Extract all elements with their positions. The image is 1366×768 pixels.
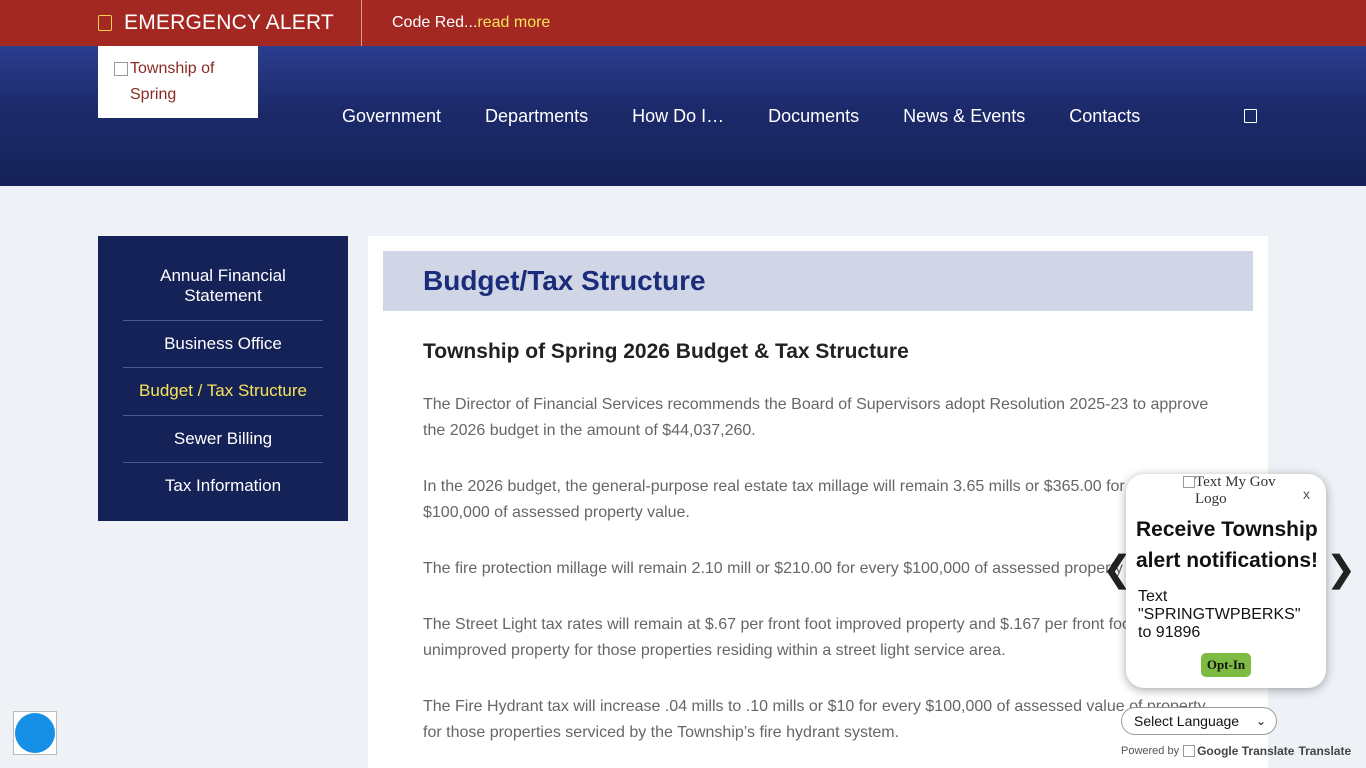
translate-link[interactable]: Translate: [1298, 744, 1351, 758]
paragraph-fire-hydrant: The Fire Hydrant tax will increase .04 m…: [423, 698, 1206, 741]
site-header: Township of Spring Government Department…: [0, 46, 1366, 186]
broken-image-icon: [1183, 745, 1196, 757]
township-logo[interactable]: Township of Spring: [98, 46, 258, 118]
textmygov-instructions: Text "SPRINGTWPBERKS" to 91896: [1138, 588, 1301, 641]
sidebar-item-sewer-billing[interactable]: Sewer Billing: [123, 416, 323, 463]
nav-departments[interactable]: Departments: [463, 106, 610, 127]
sidebar-item-tax-information[interactable]: Tax Information: [123, 463, 323, 510]
textmygov-heading: Receive Township alert notifications!: [1136, 518, 1319, 572]
section-title: Township of Spring 2026 Budget & Tax Str…: [423, 340, 909, 363]
broken-image-icon: [114, 62, 128, 76]
alert-message: Code Red... read more: [392, 0, 550, 46]
search-icon[interactable]: [1244, 109, 1257, 123]
broken-image-icon: [1183, 476, 1195, 488]
page-title-band: Budget/Tax Structure: [383, 251, 1253, 311]
alert-divider: [361, 0, 362, 46]
page-title: Budget/Tax Structure: [423, 265, 706, 296]
nav-how-do-i[interactable]: How Do I…: [610, 106, 746, 127]
accessibility-widget-button[interactable]: [13, 711, 57, 755]
sidebar-item-budget-tax-structure[interactable]: Budget / Tax Structure: [123, 368, 323, 416]
language-select-value: Select Language: [1134, 713, 1240, 729]
emergency-alert-bar: EMERGENCY ALERT Code Red... read more: [0, 0, 1366, 46]
logo-alt-text: Township of Spring: [130, 60, 215, 103]
read-more-link[interactable]: read more: [477, 14, 550, 32]
sidebar-item-business-office[interactable]: Business Office: [123, 321, 323, 368]
nav-news-events[interactable]: News & Events: [881, 106, 1047, 127]
main-nav: Government Departments How Do I… Documen…: [320, 46, 1162, 186]
textmygov-popup: Text My Gov Logo x Receive Township aler…: [1126, 474, 1326, 688]
nav-contacts[interactable]: Contacts: [1047, 106, 1162, 127]
close-button[interactable]: x: [1303, 486, 1310, 502]
powered-by-text: Powered by: [1121, 745, 1180, 757]
logo-alt-wrap: Township of Spring: [114, 56, 242, 108]
alert-message-text: Code Red...: [392, 14, 478, 31]
alert-title: EMERGENCY ALERT: [124, 11, 334, 34]
google-translate-logo[interactable]: Google Translate: [1183, 744, 1294, 758]
language-select[interactable]: Select Language ⌄: [1121, 707, 1277, 735]
nav-documents[interactable]: Documents: [746, 106, 881, 127]
textmygov-logo-alt: Text My Gov Logo: [1195, 474, 1276, 507]
sidebar-nav: Annual Financial Statement Business Offi…: [98, 236, 348, 521]
tmg-next-arrow-icon[interactable]: ❯: [1326, 548, 1356, 590]
nav-government[interactable]: Government: [320, 106, 463, 127]
powered-by-google: Powered by Google Translate Translate: [1121, 744, 1351, 758]
textmygov-logo: Text My Gov Logo: [1183, 474, 1285, 508]
accessibility-icon: [15, 713, 55, 753]
chevron-down-icon: ⌄: [1255, 714, 1266, 728]
sidebar-item-annual-financial-statement[interactable]: Annual Financial Statement: [123, 256, 323, 321]
paragraph-real-estate-tax: In the 2026 budget, the general-purpose …: [423, 478, 1169, 521]
alert-heading: EMERGENCY ALERT: [98, 0, 334, 46]
google-translate-alt: Google Translate: [1197, 744, 1295, 758]
opt-in-button[interactable]: Opt-In: [1201, 653, 1251, 677]
paragraph-budget: The Director of Financial Services recom…: [423, 396, 1209, 439]
paragraph-street-light: The Street Light tax rates will remain a…: [423, 616, 1136, 659]
alert-icon: [98, 15, 112, 31]
